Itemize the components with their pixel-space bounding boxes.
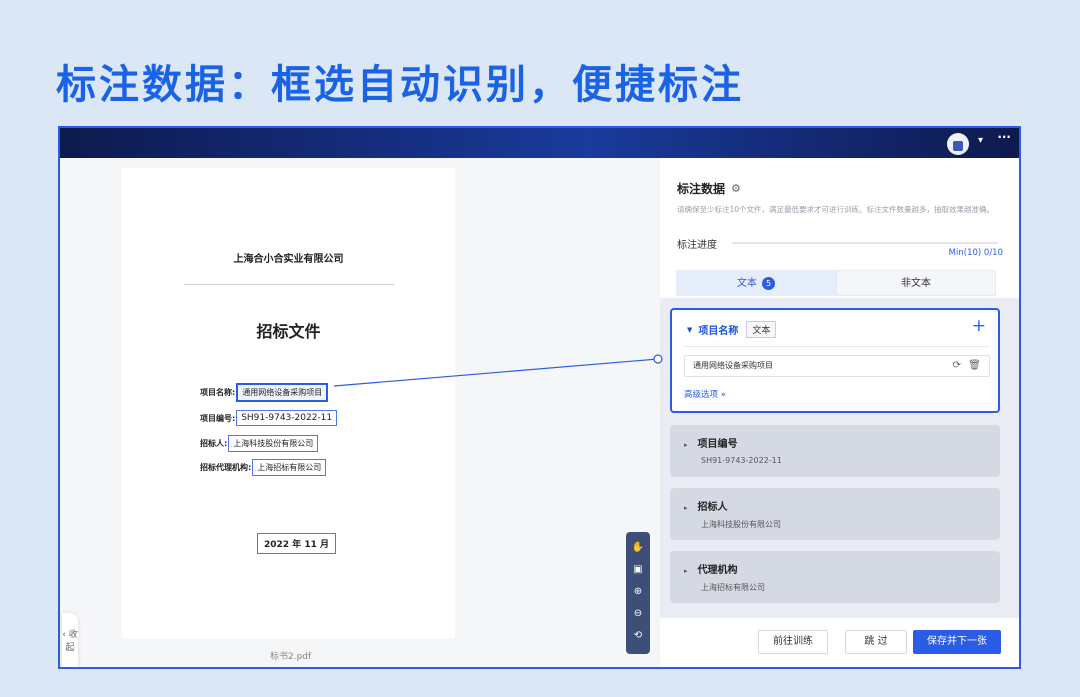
field-card-title: 项目名称 bbox=[698, 326, 739, 337]
more-icon[interactable]: ··· bbox=[997, 130, 1011, 144]
zoom-in-icon[interactable]: ⊕ bbox=[626, 582, 650, 602]
annotation-panel: 标注数据 ⚙ 请确保至少标注10个文件，满足最低要求才可进行训练。标注文件数量越… bbox=[660, 158, 1019, 667]
field-card-title: ▸ 招标人 bbox=[684, 498, 728, 513]
field-value-input[interactable]: 通用网络设备采购项目 ⟳ 🗑 bbox=[684, 355, 990, 377]
panel-header: 标注数据 ⚙ 请确保至少标注10个文件，满足最低要求才可进行训练。标注文件数量越… bbox=[660, 158, 1019, 298]
doc-field-label: 项目编号: bbox=[200, 413, 236, 423]
select-box-icon[interactable]: ▣ bbox=[626, 560, 650, 580]
progress-value: Min(10) 0/10 bbox=[948, 248, 1003, 258]
doc-field-value[interactable]: 上海科技股份有限公司 bbox=[228, 434, 319, 452]
doc-field-label: 项目名称: bbox=[200, 387, 236, 397]
refresh-icon[interactable]: ⟳ bbox=[953, 356, 961, 376]
panel-footer: 前往训练 跳 过 保存并下一张 bbox=[660, 618, 1019, 667]
doc-field-row: 项目名称: 通用网络设备采购项目 bbox=[200, 382, 329, 402]
skip-button[interactable]: 跳 过 bbox=[845, 630, 907, 654]
field-card[interactable]: ▸ 代理机构 上海招标有限公司 bbox=[670, 551, 1000, 603]
page-headline: 标注数据：框选自动识别，便捷标注 bbox=[56, 62, 744, 108]
tab-non-text-label: 非文本 bbox=[901, 278, 931, 289]
doc-field-label: 招标人: bbox=[200, 438, 228, 448]
field-card-value: 上海科技股份有限公司 bbox=[701, 520, 781, 529]
doc-date[interactable]: 2022 年 11 月 bbox=[257, 533, 336, 554]
field-card-title-text: 招标人 bbox=[697, 502, 728, 513]
go-train-button[interactable]: 前往训练 bbox=[758, 630, 828, 654]
field-card-title: ▸ 代理机构 bbox=[684, 561, 738, 576]
rotate-icon[interactable]: ⟲ bbox=[626, 626, 650, 646]
field-list: ▼ 项目名称 文本 + 通用网络设备采购项目 ⟳ 🗑 高级选项 » ▸ 项目编号 bbox=[660, 298, 1019, 618]
doc-field-value-selected[interactable]: 通用网络设备采购项目 bbox=[236, 382, 329, 402]
tab-text-badge: 5 bbox=[762, 276, 776, 290]
gear-icon[interactable]: ⚙ bbox=[731, 182, 741, 195]
save-next-button[interactable]: 保存并下一张 bbox=[913, 630, 1001, 654]
app-window: ▾ ··· ‹ 收起 上海合小合实业有限公司 招标文件 项目名称: 通用网络设备… bbox=[58, 126, 1021, 669]
document-viewer: ‹ 收起 上海合小合实业有限公司 招标文件 项目名称: 通用网络设备采购项目 项… bbox=[60, 158, 660, 667]
document-page: 上海合小合实业有限公司 招标文件 项目名称: 通用网络设备采购项目 项目编号: … bbox=[122, 168, 455, 638]
hand-icon[interactable]: ✋ bbox=[626, 538, 650, 558]
top-bar: ▾ ··· bbox=[60, 128, 1019, 158]
doc-field-value[interactable]: 上海招标有限公司 bbox=[252, 458, 327, 476]
doc-field-row: 项目编号: SH91-9743-2022-11 bbox=[200, 409, 338, 427]
field-card[interactable]: ▸ 招标人 上海科技股份有限公司 bbox=[670, 488, 1000, 540]
caret-down-icon[interactable]: ▼ bbox=[687, 326, 692, 334]
workspace: ‹ 收起 上海合小合实业有限公司 招标文件 项目名称: 通用网络设备采购项目 项… bbox=[60, 158, 1019, 667]
panel-title: 标注数据 ⚙ bbox=[677, 180, 741, 197]
progress-bar bbox=[732, 242, 998, 244]
zoom-out-icon[interactable]: ⊖ bbox=[626, 604, 650, 624]
tab-non-text[interactable]: 非文本 bbox=[836, 270, 996, 296]
field-card-title-text: 代理机构 bbox=[697, 565, 738, 576]
field-card-value: SH91-9743-2022-11 bbox=[701, 456, 782, 465]
doc-field-row: 招标代理机构: 上海招标有限公司 bbox=[200, 458, 327, 476]
viewer-toolbar: ✋ ▣ ⊕ ⊖ ⟲ bbox=[626, 532, 650, 654]
doc-field-label: 招标代理机构: bbox=[200, 462, 252, 472]
field-card[interactable]: ▸ 项目编号 SH91-9743-2022-11 bbox=[670, 425, 1000, 477]
doc-title: 招标文件 bbox=[256, 322, 321, 341]
tab-text-label: 文本 bbox=[736, 278, 757, 289]
advanced-options-link[interactable]: 高级选项 » bbox=[684, 388, 726, 400]
progress-label: 标注进度 bbox=[677, 240, 717, 251]
divider bbox=[684, 346, 990, 347]
tab-text[interactable]: 文本 5 bbox=[676, 270, 836, 296]
field-card-title-text: 项目编号 bbox=[697, 439, 738, 450]
doc-divider bbox=[184, 284, 394, 285]
caret-right-icon[interactable]: ▸ bbox=[684, 441, 688, 449]
user-avatar[interactable] bbox=[947, 133, 969, 155]
field-card-value: 上海招标有限公司 bbox=[701, 583, 765, 592]
plus-icon[interactable]: + bbox=[972, 316, 986, 336]
caret-right-icon[interactable]: ▸ bbox=[684, 567, 688, 575]
caret-right-icon[interactable]: ▸ bbox=[684, 504, 688, 512]
file-name: 标书2.pdf bbox=[270, 652, 312, 662]
panel-title-text: 标注数据 bbox=[677, 182, 726, 196]
field-type-tag: 文本 bbox=[746, 321, 777, 338]
field-card-active[interactable]: ▼ 项目名称 文本 + 通用网络设备采购项目 ⟳ 🗑 高级选项 » bbox=[670, 308, 1000, 413]
field-value-text: 通用网络设备采购项目 bbox=[693, 361, 773, 370]
chevron-down-icon[interactable]: ▾ bbox=[978, 135, 983, 146]
trash-icon[interactable]: 🗑 bbox=[968, 356, 981, 376]
collapse-sidebar-button[interactable]: ‹ 收起 bbox=[62, 613, 78, 667]
doc-field-value[interactable]: SH91-9743-2022-11 bbox=[236, 410, 338, 426]
doc-field-row: 招标人: 上海科技股份有限公司 bbox=[200, 434, 319, 452]
panel-description: 请确保至少标注10个文件，满足最低要求才可进行训练。标注文件数量越多，抽取效果越… bbox=[677, 205, 995, 214]
field-card-title: ▸ 项目编号 bbox=[684, 435, 738, 450]
tab-bar: 文本 5 非文本 bbox=[676, 270, 996, 296]
doc-company: 上海合小合实业有限公司 bbox=[233, 254, 344, 265]
field-card-header[interactable]: ▼ 项目名称 文本 bbox=[687, 321, 777, 338]
